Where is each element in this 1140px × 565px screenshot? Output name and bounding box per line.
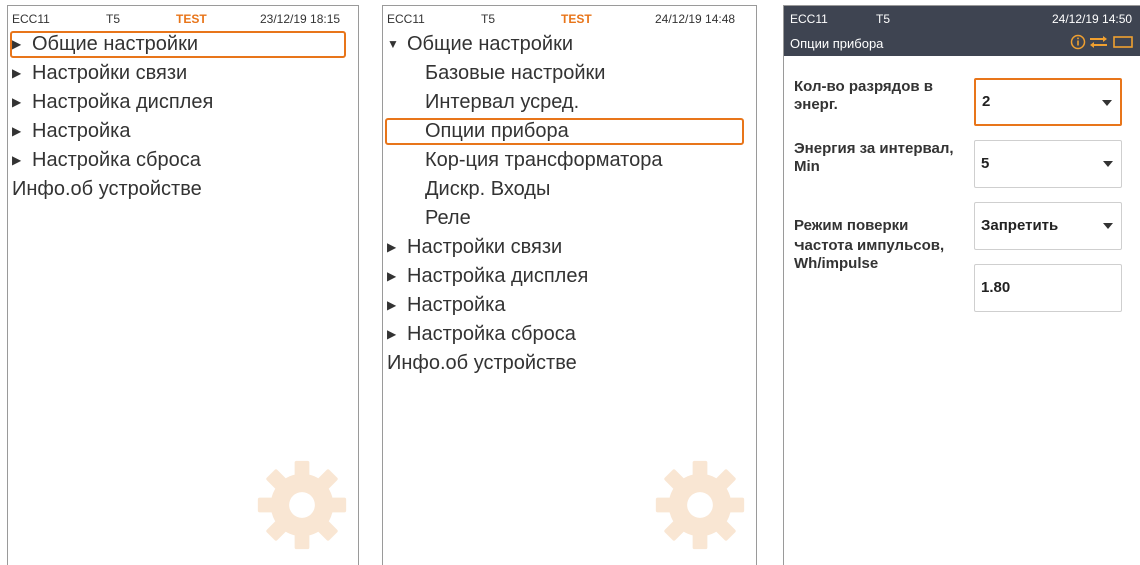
menu-item-label: Настройка дисплея bbox=[407, 265, 589, 287]
menu-item-label: Интервал усред. bbox=[425, 91, 580, 113]
menu-item-display-settings[interactable]: ▶ Настройка дисплея bbox=[383, 262, 756, 291]
menu-item-label: Настройка сброса bbox=[407, 323, 576, 345]
menu-item-label: Дискр. Входы bbox=[425, 178, 551, 200]
input-value: 1.80 bbox=[981, 279, 1011, 296]
gear-watermark-icon bbox=[655, 460, 745, 550]
device-name: ECC11 bbox=[790, 12, 828, 26]
verification-mode-select[interactable]: Запретить bbox=[974, 202, 1122, 250]
settings-form: Кол-во разрядов в энерг. 2 Энергия за ин… bbox=[784, 56, 1140, 312]
page-title: Опции прибора bbox=[790, 36, 884, 51]
menu-item-device-info[interactable]: Инфо.об устройстве bbox=[8, 175, 358, 204]
datetime: 24/12/19 14:48 bbox=[655, 12, 736, 26]
expand-icon: ▶ bbox=[12, 66, 22, 80]
menu-item-label: Общие настройки bbox=[407, 33, 573, 55]
field-energy-interval: Энергия за интервал, Min 5 bbox=[784, 140, 1140, 202]
menu-item-label: Реле bbox=[425, 207, 471, 229]
mode-label: TEST bbox=[561, 12, 592, 26]
device-name: ECC11 bbox=[12, 12, 50, 26]
menu-item-label: Кор-ция трансформатора bbox=[425, 149, 663, 171]
chevron-down-icon bbox=[1103, 161, 1113, 167]
menu-item-communication-settings[interactable]: ▶ Настройки связи bbox=[383, 233, 756, 262]
menu-item-label: Инфо.об устройстве bbox=[12, 178, 202, 200]
menu-item-communication-settings[interactable]: ▶ Настройки связи bbox=[8, 59, 358, 88]
submenu-item-digital-inputs[interactable]: Дискр. Входы bbox=[383, 175, 756, 204]
screen-general-settings: ECC11 T5 TEST 24/12/19 14:48 ▼ Общие нас… bbox=[382, 5, 757, 565]
field-label-clip: Частота импульсов, Wh/impulse bbox=[784, 242, 974, 292]
energy-interval-select[interactable]: 5 bbox=[974, 140, 1122, 188]
device-name: ECC11 bbox=[387, 12, 425, 26]
menu-item-label: Базовые настройки bbox=[425, 62, 606, 84]
menu-list: ▼ Общие настройки Базовые настройки Инте… bbox=[383, 30, 756, 378]
field-label: Энергия за интервал, Min bbox=[794, 140, 954, 175]
menu-item-label: Настройка bbox=[32, 120, 131, 142]
menu-item-reset-settings[interactable]: ▶ Настройка сброса bbox=[8, 146, 358, 175]
menu-item-setup[interactable]: ▶ Настройка bbox=[383, 291, 756, 320]
energy-digits-select[interactable]: 2 bbox=[974, 78, 1122, 126]
menu-item-label: Общие настройки bbox=[32, 33, 198, 55]
tariff-label: T5 bbox=[876, 12, 891, 26]
chevron-down-icon bbox=[1102, 100, 1112, 106]
status-bar: ECC11 T5 TEST 23/12/19 18:15 bbox=[8, 6, 358, 30]
header-icons bbox=[1070, 34, 1133, 50]
select-value: 2 bbox=[982, 93, 991, 110]
menu-item-display-settings[interactable]: ▶ Настройка дисплея bbox=[8, 88, 358, 117]
field-energy-digits: Кол-во разрядов в энерг. 2 bbox=[784, 78, 1140, 140]
screen-device-options: ECC11 T5 24/12/19 14:50 Опции прибора Ко… bbox=[783, 5, 1140, 565]
menu-item-reset-settings[interactable]: ▶ Настройка сброса bbox=[383, 320, 756, 349]
submenu-item-basic-settings[interactable]: Базовые настройки bbox=[383, 59, 756, 88]
status-bar: ECC11 T5 TEST 24/12/19 14:48 bbox=[383, 6, 756, 30]
submenu-item-device-options[interactable]: Опции прибора bbox=[383, 117, 756, 146]
submenu-item-averaging-interval[interactable]: Интервал усред. bbox=[383, 88, 756, 117]
menu-item-label: Настройка сброса bbox=[32, 149, 201, 171]
menu-item-general-settings[interactable]: ▼ Общие настройки bbox=[383, 30, 756, 59]
transfer-icon[interactable] bbox=[1090, 36, 1107, 48]
battery-icon bbox=[1113, 36, 1133, 48]
expand-icon: ▶ bbox=[12, 153, 22, 167]
expand-icon: ▶ bbox=[387, 327, 397, 341]
field-label: Частота импульсов, Wh/impulse bbox=[794, 242, 945, 272]
expand-icon: ▶ bbox=[12, 95, 22, 109]
field-label: Кол-во разрядов в энерг. bbox=[794, 78, 933, 113]
expand-icon: ▶ bbox=[387, 240, 397, 254]
chevron-down-icon bbox=[1103, 223, 1113, 229]
pulse-frequency-input[interactable]: 1.80 bbox=[974, 264, 1122, 312]
expand-icon: ▶ bbox=[12, 37, 22, 51]
tariff-label: T5 bbox=[481, 12, 496, 26]
menu-item-label: Настройка дисплея bbox=[32, 91, 214, 113]
menu-list: ▶ Общие настройки ▶ Настройки связи ▶ На… bbox=[8, 30, 358, 204]
gear-watermark-icon bbox=[257, 460, 347, 550]
menu-item-label: Опции прибора bbox=[425, 120, 569, 142]
menu-item-label: Настройка bbox=[407, 294, 506, 316]
menu-item-label: Настройки связи bbox=[407, 236, 563, 258]
info-icon[interactable] bbox=[1070, 34, 1086, 50]
header-bar: ECC11 T5 24/12/19 14:50 Опции прибора bbox=[784, 6, 1140, 56]
collapse-icon: ▼ bbox=[387, 37, 399, 51]
menu-item-setup[interactable]: ▶ Настройка bbox=[8, 117, 358, 146]
select-value: 5 bbox=[981, 155, 990, 172]
submenu-item-relay[interactable]: Реле bbox=[383, 204, 756, 233]
tariff-label: T5 bbox=[106, 12, 121, 26]
menu-item-device-info[interactable]: Инфо.об устройстве bbox=[383, 349, 756, 378]
expand-icon: ▶ bbox=[12, 124, 22, 138]
expand-icon: ▶ bbox=[387, 298, 397, 312]
expand-icon: ▶ bbox=[387, 269, 397, 283]
datetime: 24/12/19 14:50 bbox=[1052, 12, 1133, 26]
select-value: Запретить bbox=[981, 217, 1059, 234]
field-label: Режим поверки bbox=[794, 217, 909, 234]
datetime: 23/12/19 18:15 bbox=[260, 12, 341, 26]
mode-label: TEST bbox=[176, 12, 207, 26]
menu-item-label: Инфо.об устройстве bbox=[387, 352, 577, 374]
menu-item-label: Настройки связи bbox=[32, 62, 188, 84]
screen-main-menu: ECC11 T5 TEST 23/12/19 18:15 ▶ Общие нас… bbox=[7, 5, 359, 565]
submenu-item-transformer-correction[interactable]: Кор-ция трансформатора bbox=[383, 146, 756, 175]
menu-item-general-settings[interactable]: ▶ Общие настройки bbox=[8, 30, 358, 59]
